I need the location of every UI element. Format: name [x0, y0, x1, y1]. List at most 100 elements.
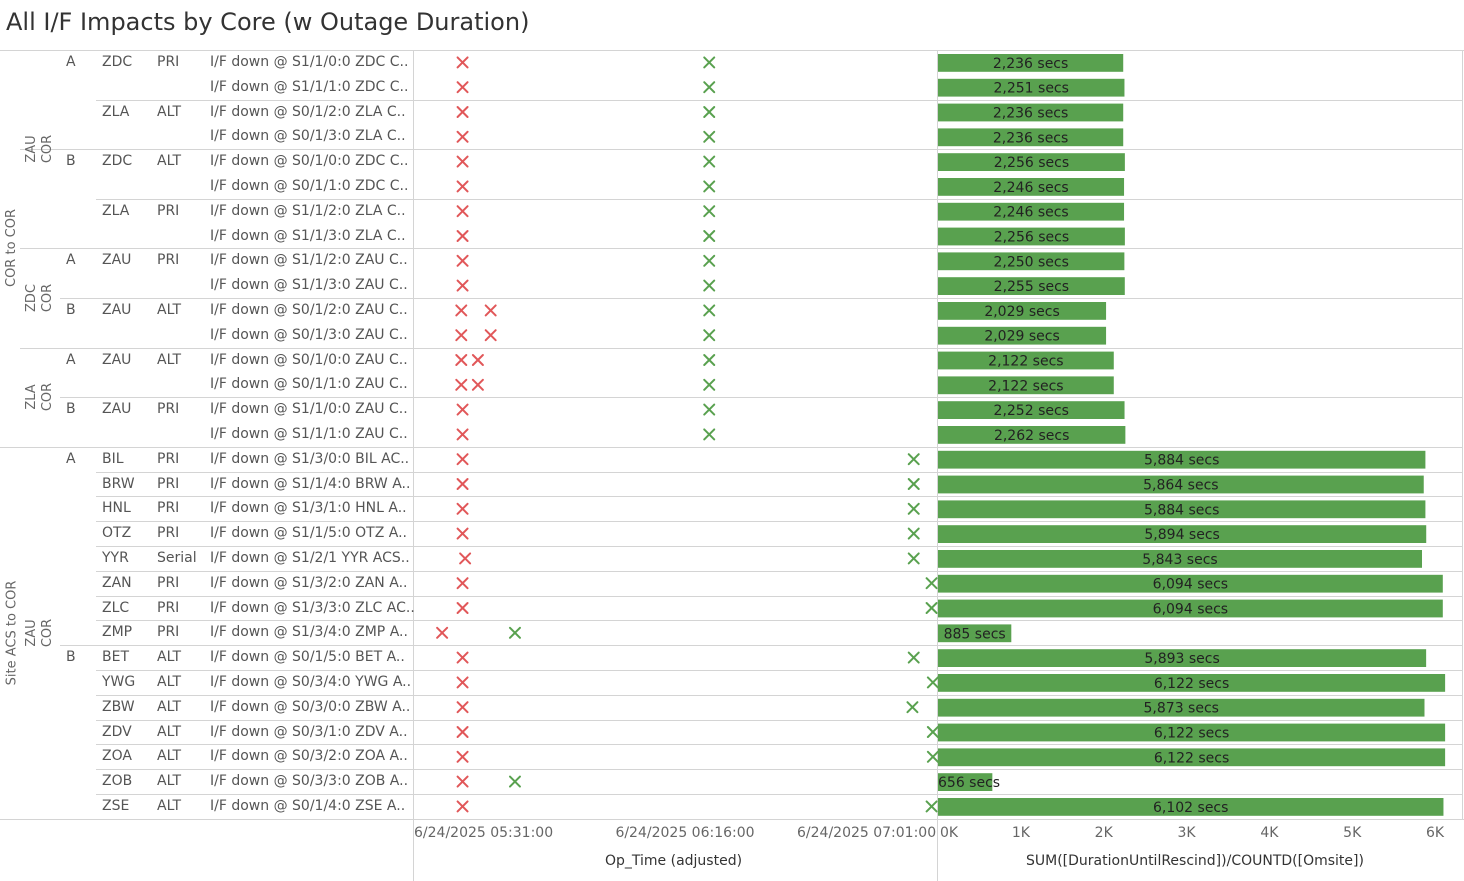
interface-desc: I/F down @ S1/2/1 YYR ACS.. [210, 550, 410, 566]
role-label: ALT [157, 302, 182, 318]
interface-desc: I/F down @ S1/1/1:0 ZDC C.. [210, 78, 409, 95]
core-label-line: COR [40, 135, 56, 164]
up-x-mark-icon [907, 502, 920, 515]
up-x-mark-icon [925, 577, 938, 590]
down-x-mark-icon [456, 527, 469, 540]
duration-bar-chart: 2,236 secs 2,251 secs 2,236 secs 2,236 secs… [938, 54, 1446, 816]
duration-bar-label: 5,893 secs [1144, 651, 1219, 667]
table-bottom-border [0, 818, 1464, 820]
duration-bar-label: 2,122 secs [988, 354, 1063, 370]
site-label: HNL [102, 500, 131, 517]
interface-desc: I/F down @ S1/1/2:0 ZAU C.. [210, 252, 408, 269]
down-x-mark-icon [455, 354, 468, 366]
core-label-line: ZAU [24, 135, 40, 163]
site-label: ZLA [102, 202, 130, 219]
site-label: ZOB [102, 773, 133, 790]
site-label: BET [102, 649, 130, 666]
down-x-mark-icon [456, 254, 469, 267]
interface-desc: I/F down @ S0/1/1:0 ZAU C.. [210, 376, 408, 393]
role-label: PRI [157, 401, 180, 418]
page-title: All I/F Impacts by Core (w Outage Durati… [6, 8, 530, 36]
up-x-mark-icon [907, 453, 920, 466]
up-x-mark-icon [703, 81, 716, 94]
duration-bar-label: 6,122 secs [1154, 676, 1229, 692]
duration-tick-label: 3K [1177, 825, 1196, 841]
duration-bar-label: 2,251 secs [994, 81, 1069, 97]
role-label: PRI [157, 500, 180, 517]
up-x-mark-icon [907, 478, 920, 490]
role-label: ALT [157, 773, 182, 790]
down-x-mark-icon [455, 378, 468, 391]
core-label: ZLA COR [24, 383, 56, 411]
up-x-mark-icon [907, 552, 920, 565]
duration-bar-label: 885 secs [944, 626, 1006, 642]
interface-desc: I/F down @ S0/1/0:0 ZDC C.. [210, 153, 409, 170]
interface-desc: I/F down @ S0/1/3:0 ZLA C.. [210, 128, 406, 145]
duration-bar-label: 2,029 secs [984, 329, 1059, 345]
down-x-mark-icon [455, 329, 468, 342]
role-label: ALT [157, 649, 182, 666]
duration-tick-label: 0K [940, 825, 959, 841]
down-x-mark-icon [436, 626, 449, 639]
interface-desc: I/F down @ S1/1/3:0 ZLA C.. [210, 227, 406, 244]
interface-desc: I/F down @ S1/1/0:0 ZDC C.. [210, 54, 409, 70]
duration-bar-label: 6,122 secs [1154, 726, 1229, 742]
down-x-mark-icon [456, 230, 469, 242]
role-label: Serial [157, 550, 197, 566]
down-x-mark-icon [459, 552, 472, 565]
group-label: COR to COR [4, 209, 19, 288]
down-x-mark-icon [456, 81, 469, 94]
duration-bar-label: 2,122 secs [988, 378, 1063, 394]
up-x-mark-icon [703, 106, 716, 118]
duration-bar-label: 5,843 secs [1142, 552, 1217, 568]
down-x-mark-icon [456, 676, 469, 689]
site-label: BIL [102, 450, 124, 467]
duration-bar-label: 2,236 secs [993, 56, 1068, 72]
role-label: ALT [157, 748, 182, 765]
up-x-mark-icon [703, 155, 716, 168]
core-label-line: ZLA [24, 384, 40, 410]
duration-bar-label: 6,122 secs [1154, 750, 1229, 766]
duration-bar-label: 2,236 secs [993, 106, 1068, 122]
interface-desc: I/F down @ S0/1/3:0 ZAU C.. [210, 326, 408, 343]
site-label: ZDV [102, 723, 132, 740]
core-label-line: COR [40, 383, 56, 412]
duration-tick-label: 6K [1426, 825, 1445, 841]
down-x-mark-icon [456, 800, 469, 813]
role-label: PRI [157, 624, 180, 641]
interface-desc: I/F down @ S1/3/0:0 BIL AC.. [210, 450, 410, 467]
role-label: ALT [157, 674, 182, 690]
down-x-mark-icon [456, 577, 469, 590]
role-label: ALT [157, 153, 182, 170]
site-label: ZLA [102, 103, 130, 120]
interface-desc: I/F down @ S1/1/5:0 OTZ A.. [210, 525, 407, 542]
site-label: ZAU [102, 252, 132, 269]
site-label: ZMP [102, 624, 133, 641]
core-label: ZAU COR [24, 619, 56, 647]
site-label: YYR [102, 550, 129, 566]
role-label: ALT [157, 351, 182, 368]
interface-desc: I/F down @ S1/1/1:0 ZAU C.. [210, 426, 408, 442]
down-x-mark-icon [456, 602, 469, 614]
up-x-mark-icon [703, 329, 716, 342]
duration-bar-label: 2,236 secs [993, 130, 1068, 146]
down-x-mark-icon [484, 329, 497, 342]
site-label: ZAU [102, 401, 132, 418]
interface-desc: I/F down @ S0/1/5:0 BET A.. [210, 649, 405, 666]
duration-bar-label: 2,256 secs [994, 230, 1069, 246]
up-x-mark-icon [703, 130, 716, 143]
up-x-mark-icon [703, 56, 716, 69]
down-x-mark-icon [455, 304, 468, 317]
interface-desc: I/F down @ S0/3/0:0 ZBW A.. [210, 698, 411, 715]
role-label: PRI [157, 475, 180, 492]
duration-bar-label: 5,864 secs [1143, 478, 1218, 494]
down-x-mark-icon [456, 701, 469, 714]
role-label: ALT [157, 103, 182, 120]
duration-bar-label: 2,250 secs [993, 254, 1068, 270]
site-label: YWG [102, 674, 136, 690]
interface-desc: I/F down @ S0/3/3:0 ZOB A.. [210, 773, 409, 790]
duration-bar-label: 5,884 secs [1144, 502, 1219, 518]
duration-bar-label: 2,246 secs [993, 180, 1068, 196]
down-x-mark-icon [456, 775, 469, 788]
side-label: B [66, 649, 76, 666]
